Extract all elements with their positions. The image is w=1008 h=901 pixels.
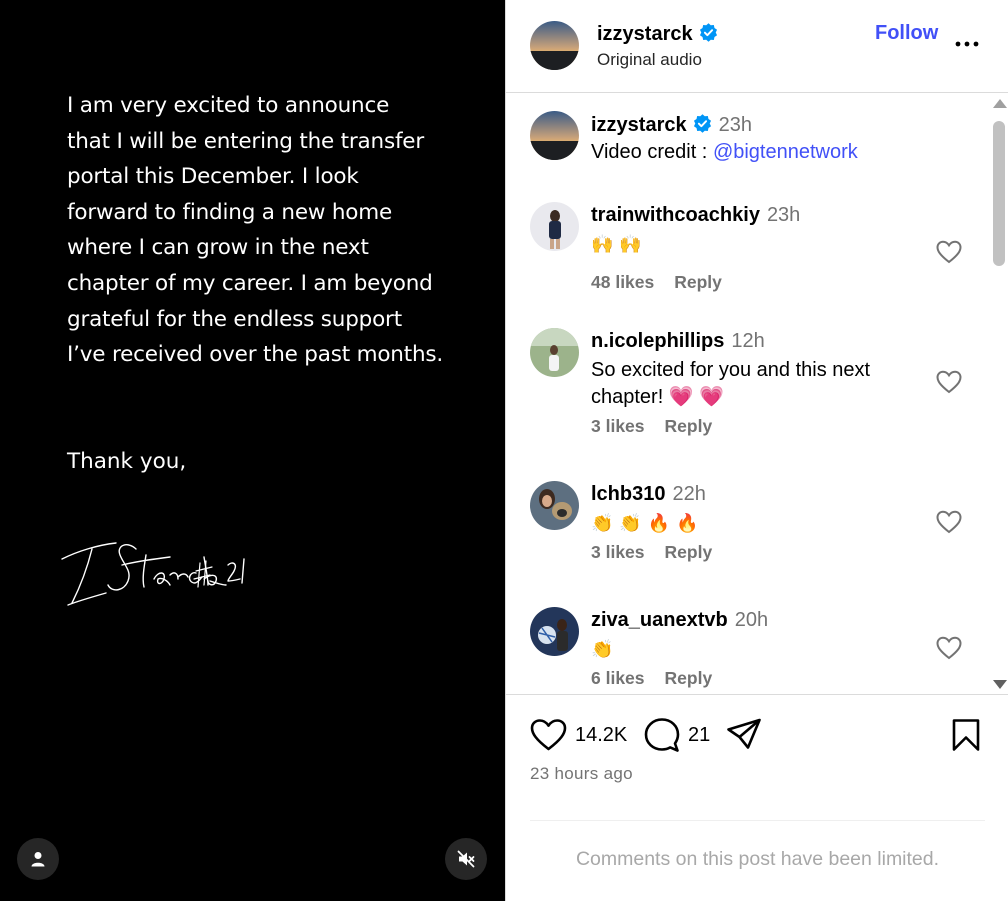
verified-badge-icon: [699, 23, 717, 42]
scrollbar-thumb[interactable]: [993, 121, 1005, 266]
comment-likes[interactable]: 48 likes: [591, 272, 654, 292]
announcement-line: grateful for the endless support: [67, 306, 402, 332]
announcement-text: I am very excited to announce that I wil…: [67, 88, 487, 373]
comment-username[interactable]: trainwithcoachkiy: [591, 204, 760, 226]
comment-time[interactable]: 23h: [767, 204, 800, 226]
announcement-line: where I can grow in the next: [67, 235, 369, 261]
comment-username[interactable]: lchb310: [591, 483, 665, 505]
speaker-muted-icon: [457, 850, 475, 868]
comment-meta: 6 likes Reply: [591, 668, 712, 689]
author-username[interactable]: izzystarck: [597, 23, 718, 46]
caption-prefix: Video credit :: [591, 141, 713, 163]
commenter-avatar[interactable]: [530, 481, 579, 530]
reply-button[interactable]: Reply: [665, 542, 713, 562]
reply-button[interactable]: Reply: [665, 668, 713, 688]
comment-text: 🙌 🙌: [591, 231, 911, 258]
like-comment-heart-icon[interactable]: [936, 370, 962, 394]
author-avatar[interactable]: [530, 111, 579, 160]
comment-time[interactable]: 22h: [672, 483, 705, 505]
comment-header: n.icolephillips 12h: [591, 330, 765, 353]
post-timestamp[interactable]: 23 hours ago: [530, 764, 633, 784]
bookmark-icon: [952, 719, 980, 751]
share-button[interactable]: [726, 717, 762, 753]
comment-time[interactable]: 20h: [735, 609, 768, 631]
fire-emoji: 🔥: [647, 513, 671, 533]
caption-header: izzystarck 23h: [591, 114, 752, 137]
caption-mention-link[interactable]: @bigtennetwork: [713, 141, 858, 163]
comments-limited-notice: Comments on this post have been limited.: [575, 848, 940, 870]
comment-text: 👏: [591, 636, 911, 663]
comment-meta: 3 likes Reply: [591, 542, 712, 563]
comment-text: 👏 👏 🔥 🔥: [591, 510, 911, 537]
post-media[interactable]: I am very excited to announce that I wil…: [0, 0, 505, 901]
mute-toggle-button[interactable]: [445, 838, 487, 880]
clapping-hands-emoji: 👏: [591, 639, 614, 659]
closing-text: Thank you,: [67, 449, 187, 474]
clapping-hands-emoji: 👏: [619, 513, 642, 533]
clapping-hands-emoji: 👏: [591, 513, 614, 533]
comment-header: lchb310 22h: [591, 483, 706, 506]
comment-likes[interactable]: 6 likes: [591, 668, 645, 688]
caption-text: Video credit : @bigtennetwork: [591, 141, 858, 164]
announcement-line: I am very excited to announce: [67, 93, 390, 118]
post-details-panel: izzystarck Original audio Follow izzysta…: [505, 0, 1008, 901]
follow-button[interactable]: Follow: [875, 22, 938, 45]
more-options-icon[interactable]: [954, 30, 980, 50]
comment-header: ziva_uanextvb 20h: [591, 609, 768, 632]
comment-meta: 48 likes Reply: [591, 272, 722, 293]
caption-username[interactable]: izzystarck: [591, 114, 687, 136]
caption-time[interactable]: 23h: [719, 114, 752, 136]
reply-button[interactable]: Reply: [674, 272, 722, 292]
comment-time[interactable]: 12h: [731, 330, 764, 352]
announcement-line: chapter of my career. I am beyond: [67, 270, 433, 296]
raising-hands-emoji: 🙌: [591, 234, 614, 254]
announcement-line: that I will be entering the transfer: [67, 128, 424, 154]
user-icon: [31, 852, 45, 867]
comment-likes[interactable]: 3 likes: [591, 416, 645, 436]
like-comment-heart-icon[interactable]: [936, 636, 962, 660]
commenter-avatar[interactable]: [530, 607, 579, 656]
reply-button[interactable]: Reply: [665, 416, 713, 436]
comments-list[interactable]: izzystarck 23h Video credit : @bigtennetw…: [506, 93, 1008, 695]
like-comment-heart-icon[interactable]: [936, 510, 962, 534]
author-username-text[interactable]: izzystarck: [597, 23, 693, 45]
commenter-avatar[interactable]: [530, 202, 579, 251]
comment-likes[interactable]: 3 likes: [591, 542, 645, 562]
audio-label[interactable]: Original audio: [597, 50, 702, 70]
verified-badge-icon: [693, 114, 711, 133]
comment-meta: 3 likes Reply: [591, 416, 712, 437]
comment-button[interactable]: 21: [644, 717, 710, 753]
announcement-line: forward to finding a new home: [67, 199, 393, 225]
comment-header: trainwithcoachkiy 23h: [591, 204, 800, 227]
like-comment-heart-icon[interactable]: [936, 240, 962, 264]
likes-count[interactable]: 14.2K: [575, 724, 627, 747]
announcement-line: I’ve received over the past months.: [67, 342, 444, 368]
comments-count[interactable]: 21: [688, 724, 710, 747]
comment-text: So excited for you and this next chapter…: [591, 359, 871, 408]
handwritten-signature: [61, 542, 245, 606]
save-button[interactable]: [951, 717, 981, 753]
comment-bubble-icon: [644, 718, 680, 752]
post-actions-bar: 14.2K 21 23 hours ago: [506, 695, 1008, 821]
scroll-down-arrow-icon[interactable]: [993, 680, 1007, 689]
scroll-up-arrow-icon[interactable]: [993, 99, 1007, 108]
commenter-avatar[interactable]: [530, 328, 579, 377]
comments-scrollbar[interactable]: [989, 93, 1008, 695]
raising-hands-emoji: 🙌: [619, 234, 642, 254]
comment-username[interactable]: n.icolephillips: [591, 330, 724, 352]
tagged-users-button[interactable]: [17, 838, 59, 880]
post-header: izzystarck Original audio Follow: [506, 0, 1008, 93]
fire-emoji: 🔥: [676, 513, 699, 533]
heart-icon: [530, 719, 567, 751]
like-button[interactable]: 14.2K: [530, 717, 627, 753]
comment-username[interactable]: ziva_uanextvb: [591, 609, 728, 631]
announcement-line: portal this December. I look: [67, 164, 359, 190]
author-avatar[interactable]: [530, 21, 579, 70]
send-paper-plane-icon: [727, 718, 761, 749]
section-divider: [530, 820, 985, 821]
